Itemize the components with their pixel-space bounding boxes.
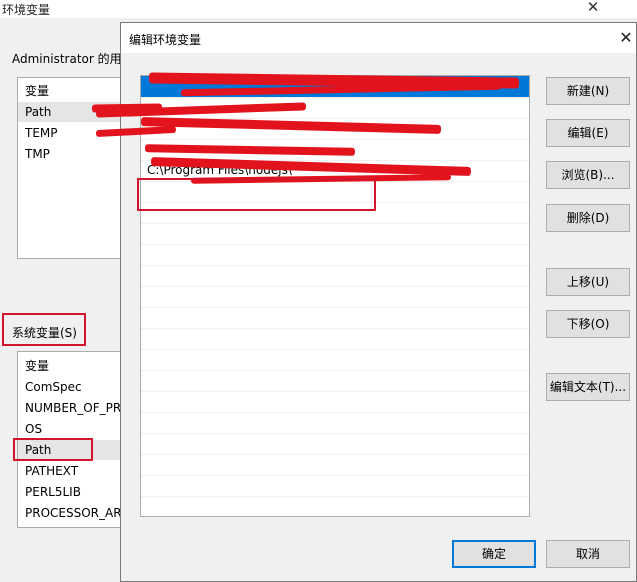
path-entry-empty [141, 328, 529, 350]
edit-button[interactable]: 编辑(E) [546, 119, 630, 147]
annotation-box-nodejs [137, 178, 376, 211]
edit-text-button[interactable]: 编辑文本(T)... [546, 373, 630, 401]
dialog-title: 编辑环境变量 [129, 33, 202, 47]
bg-title-bar: 环境变量 ✕ [0, 0, 637, 18]
user-var-temp[interactable]: TEMP [25, 126, 58, 140]
dialog-close-icon[interactable]: ✕ [616, 28, 636, 48]
system-var-comspec[interactable]: ComSpec [25, 380, 82, 394]
path-entry-empty [141, 307, 529, 329]
path-entry-empty [141, 412, 529, 434]
system-var-number-of-processors[interactable]: NUMBER_OF_PR [25, 401, 121, 415]
path-entry-empty [141, 433, 529, 455]
system-var-os[interactable]: OS [25, 422, 42, 436]
redaction-scribble [91, 103, 163, 113]
annotation-box-system-vars [2, 313, 86, 346]
system-vars-header[interactable]: 变量 [25, 357, 49, 374]
ok-button[interactable]: 确定 [452, 540, 536, 568]
path-entry-empty [141, 475, 529, 497]
delete-button[interactable]: 删除(D) [546, 204, 630, 232]
move-up-button[interactable]: 上移(U) [546, 268, 630, 296]
bg-close-icon[interactable]: ✕ [585, 0, 601, 16]
path-entry-empty [141, 223, 529, 245]
path-entry-empty [141, 391, 529, 413]
path-entry-empty [141, 349, 529, 371]
dialog-body: C:\Program Files\nodejs\ 新建(N) 编辑(E) 浏览(… [95, 53, 636, 581]
path-entry-empty [141, 244, 529, 266]
move-down-button[interactable]: 下移(O) [546, 310, 630, 338]
system-var-pathext[interactable]: PATHEXT [25, 464, 78, 478]
bg-window-title: 环境变量 [2, 3, 51, 17]
edit-environment-variable-dialog: 编辑环境变量 ✕ C:\Program Files\nodejs\ 新建(N) … [95, 22, 637, 582]
path-entry-empty [141, 454, 529, 476]
system-var-processor-architecture[interactable]: PROCESSOR_AR [25, 506, 122, 520]
path-entry-empty [141, 370, 529, 392]
path-entry-empty [141, 496, 529, 516]
user-var-tmp[interactable]: TMP [25, 147, 50, 161]
path-entry-empty [141, 265, 529, 287]
browse-button[interactable]: 浏览(B)... [546, 161, 630, 189]
path-entries-list[interactable]: C:\Program Files\nodejs\ [140, 75, 530, 517]
user-var-path[interactable]: Path [25, 105, 51, 119]
cancel-button[interactable]: 取消 [546, 540, 630, 568]
new-button[interactable]: 新建(N) [546, 77, 630, 105]
user-vars-header[interactable]: 变量 [25, 82, 49, 99]
system-var-perl5lib[interactable]: PERL5LIB [25, 485, 81, 499]
dialog-title-bar: 编辑环境变量 ✕ [121, 23, 636, 53]
path-entry-empty [141, 286, 529, 308]
user-variables-group-label: Administrator 的用 [12, 52, 122, 66]
annotation-box-path [13, 438, 93, 461]
